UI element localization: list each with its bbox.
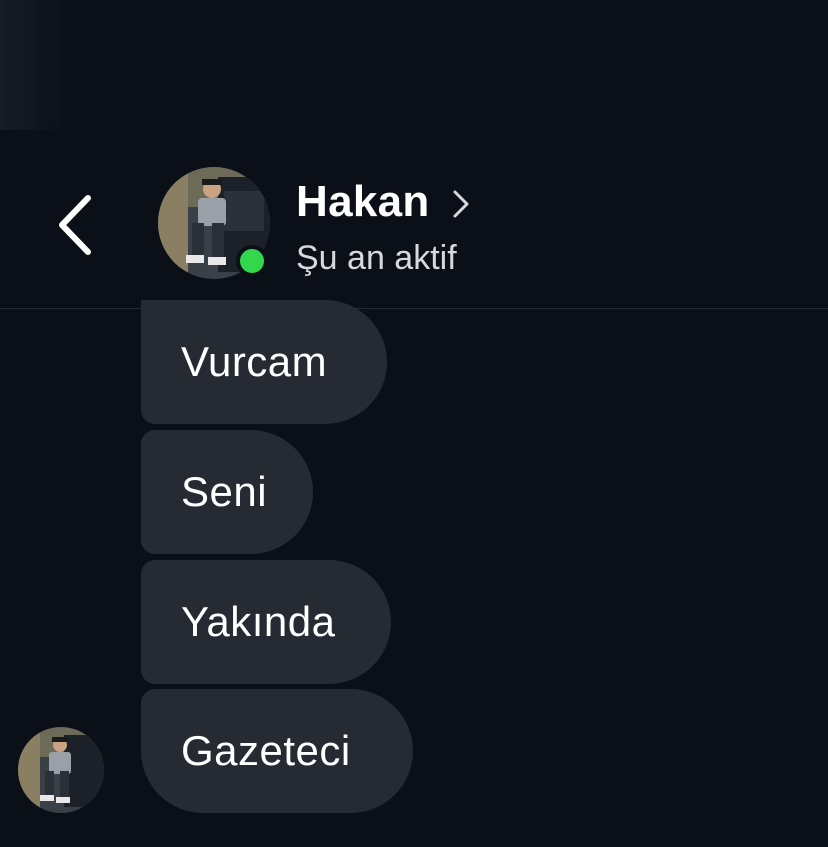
profile-photo	[18, 727, 104, 813]
chevron-right-icon	[453, 190, 469, 218]
contact-name-row: Hakan	[296, 176, 470, 228]
sender-avatar[interactable]	[18, 727, 104, 813]
back-button[interactable]	[52, 190, 102, 260]
message-bubble[interactable]: Yakında	[141, 560, 391, 684]
chat-header: Hakan Şu an aktif	[0, 150, 828, 308]
status-bar-shadow	[0, 0, 70, 130]
online-status-indicator	[236, 245, 268, 277]
message-bubble[interactable]: Gazeteci	[141, 689, 413, 813]
contact-name: Hakan	[296, 177, 430, 226]
chevron-left-icon	[59, 195, 91, 255]
contact-info[interactable]: Hakan Şu an aktif	[296, 176, 470, 278]
header-divider	[0, 308, 828, 309]
contact-status: Şu an aktif	[296, 239, 457, 277]
chat-screen: Hakan Şu an aktif Vurcam Seni Yakında Ga…	[0, 0, 828, 847]
message-bubble[interactable]: Seni	[141, 430, 313, 554]
message-bubble[interactable]: Vurcam	[141, 300, 387, 424]
